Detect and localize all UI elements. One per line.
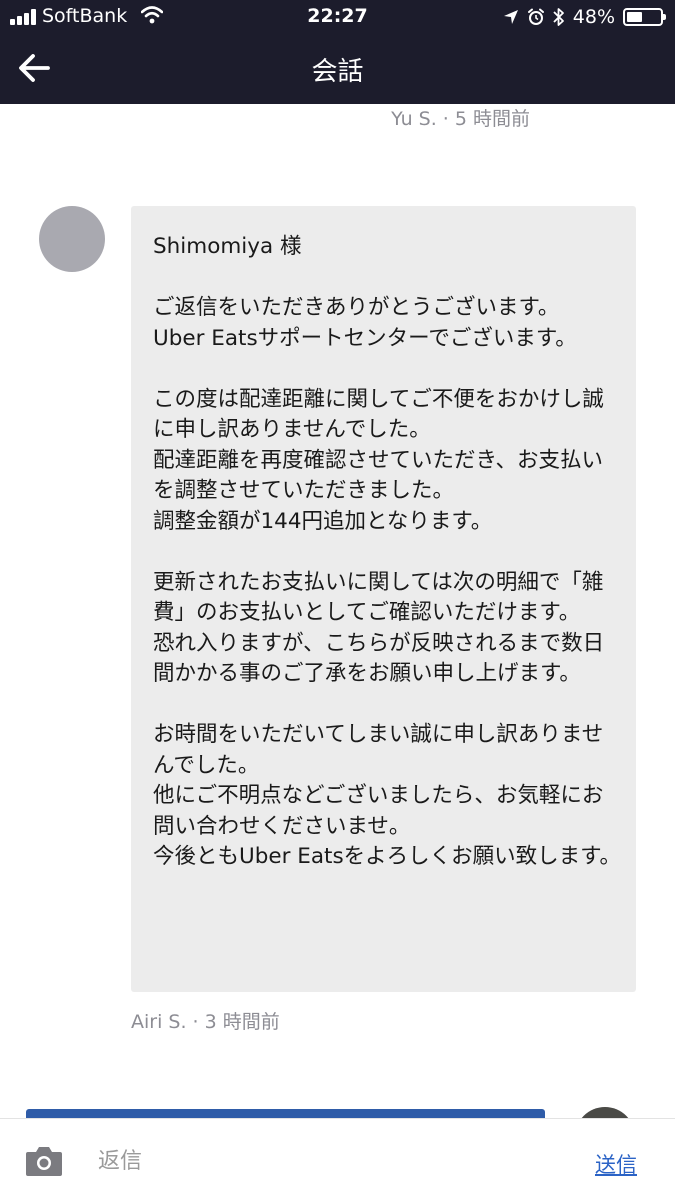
message-text: Shimomiya 様 ご返信をいただきありがとうございます。 Uber Eat…: [153, 234, 622, 869]
alarm-icon: [527, 8, 544, 25]
reply-bar: 送信: [0, 1118, 675, 1200]
bluetooth-icon: [553, 8, 564, 26]
message-bubble: Shimomiya 様 ご返信をいただきありがとうございます。 Uber Eat…: [131, 206, 636, 992]
battery-icon: [623, 8, 666, 26]
send-button[interactable]: 送信: [595, 1149, 637, 1179]
camera-icon[interactable]: [25, 1145, 63, 1177]
page-title: 会話: [311, 57, 364, 87]
reply-input[interactable]: [98, 1141, 538, 1181]
battery-level: [627, 12, 642, 22]
nav-bar: 会話: [0, 34, 675, 104]
agent-avatar: [39, 206, 105, 272]
app-header: SoftBank 22:27 48% 会話: [0, 0, 675, 104]
status-bar: SoftBank 22:27 48%: [0, 0, 675, 34]
previous-message-meta: Yu S. · 5 時間前: [391, 108, 530, 130]
battery-percent: 48%: [572, 6, 615, 28]
message-meta: Airi S. · 3 時間前: [131, 1011, 280, 1033]
status-indicators: 48%: [503, 5, 666, 29]
location-arrow-icon: [503, 10, 518, 24]
